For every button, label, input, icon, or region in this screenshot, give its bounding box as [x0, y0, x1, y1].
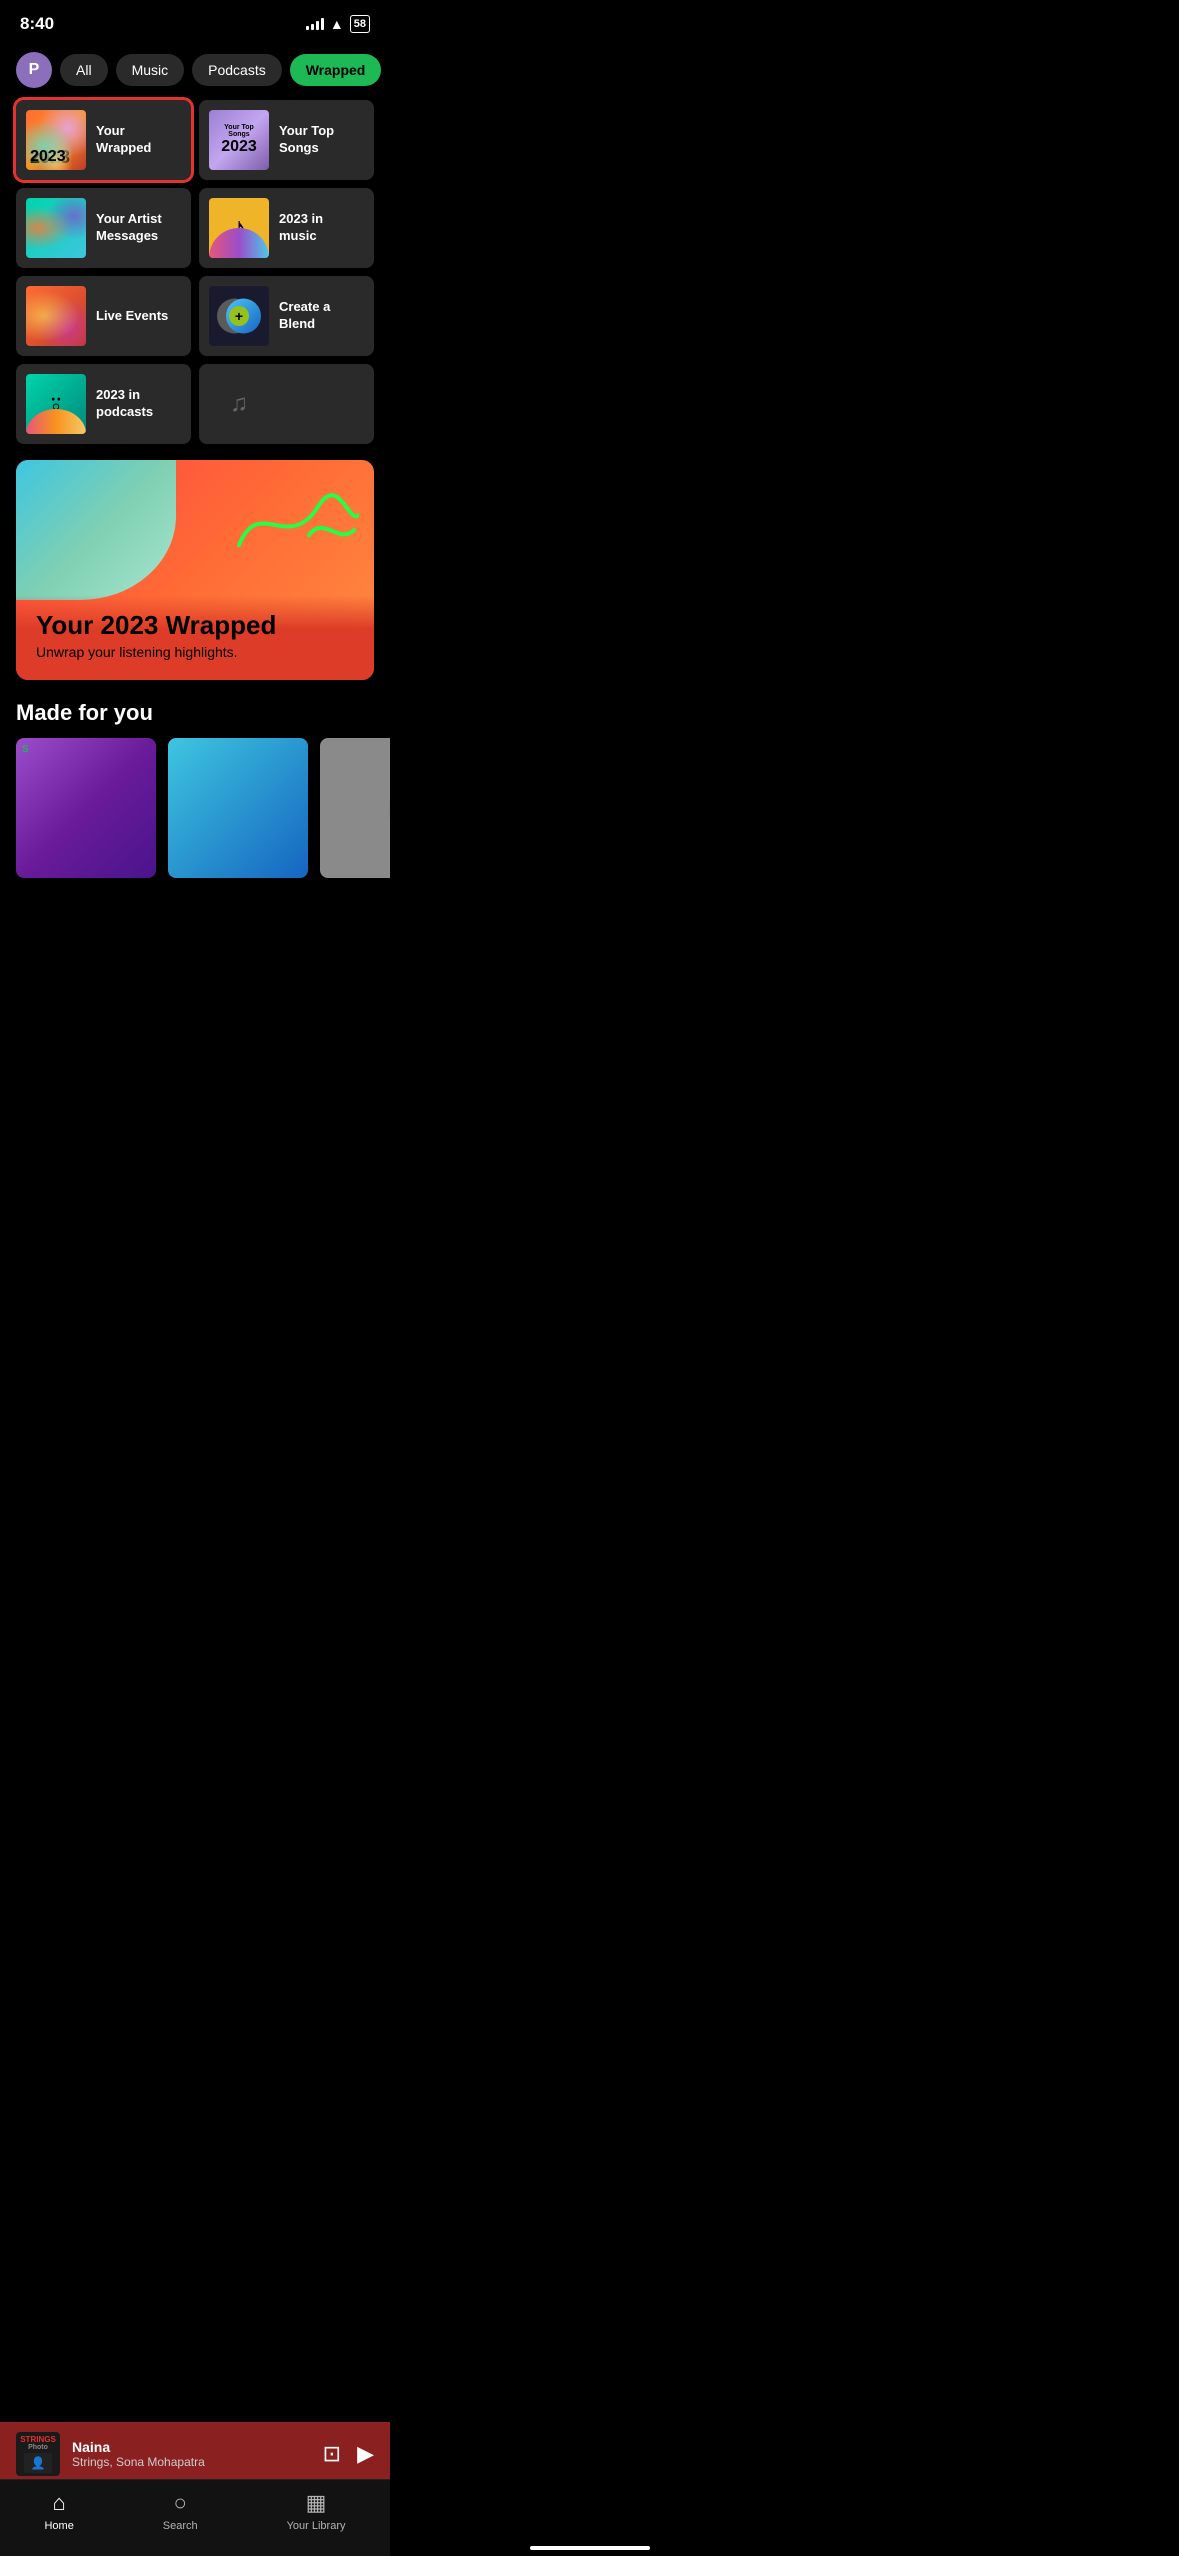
card-thumb-podcasts: ⍤ [26, 374, 86, 434]
card-label-artist-messages: Your Artist Messages [96, 211, 181, 245]
now-playing-bar[interactable]: STRINGS Photo 👤 Naina Strings, Sona Moha… [0, 2422, 390, 2486]
status-time: 8:40 [20, 14, 54, 34]
card-label-live-events: Live Events [96, 308, 168, 325]
library-icon: ▦ [306, 2490, 327, 2516]
np-controls: ⊡ ▶ [323, 2441, 374, 2467]
card-label-your-wrapped: Your Wrapped [96, 123, 181, 157]
np-device-icon[interactable]: ⊡ [323, 2441, 341, 2467]
card-2023-music[interactable]: ♪ 2023 in music [199, 188, 374, 268]
status-icons: ▲ 58 [306, 15, 370, 33]
banner-art-left [16, 460, 176, 600]
playlist-card-1[interactable]: S [16, 738, 156, 878]
nav-library-label: Your Library [287, 2520, 346, 2532]
card-label-top-songs: Your Top Songs [279, 123, 364, 157]
filter-music[interactable]: Music [116, 54, 185, 86]
card-label-blend: Create a Blend [279, 299, 364, 333]
playlist-thumb-3: ♪ [320, 738, 390, 878]
wifi-icon: ▲ [330, 16, 344, 32]
card-thumb-your-wrapped: 2023 [26, 110, 86, 170]
nav-library[interactable]: ▦ Your Library [287, 2490, 346, 2532]
banner-background: Your 2023 Wrapped Unwrap your listening … [16, 460, 374, 680]
np-play-button[interactable]: ▶ [357, 2441, 374, 2467]
card-label-podcasts: 2023 in podcasts [96, 387, 181, 421]
card-live-events[interactable]: Live Events [16, 276, 191, 356]
made-for-you-title: Made for you [0, 680, 390, 738]
nav-home[interactable]: ⌂ Home [44, 2490, 73, 2532]
np-album-art: STRINGS Photo 👤 [16, 2432, 60, 2476]
bottom-nav: ⌂ Home ○ Search ▦ Your Library [0, 2479, 390, 2556]
card-thumb-live-events [26, 286, 86, 346]
playlist-thumb-2 [168, 738, 308, 878]
np-artist: Strings, Sona Mohapatra [72, 2455, 311, 2469]
banner-text-area: Your 2023 Wrapped Unwrap your listening … [16, 595, 374, 680]
music-note-gray-icon: ♫ [230, 390, 248, 418]
card-label-2023-music: 2023 in music [279, 211, 364, 245]
card-empty[interactable]: ♫ [199, 364, 374, 444]
np-title: Naina [72, 2439, 311, 2455]
blend-plus-icon: + [229, 306, 249, 326]
banner-subtitle: Unwrap your listening highlights. [36, 644, 354, 660]
signal-bars-icon [306, 18, 324, 30]
filter-bar: P All Music Podcasts Wrapped [0, 42, 390, 100]
nav-home-label: Home [44, 2520, 73, 2532]
card-create-blend[interactable]: + Create a Blend [199, 276, 374, 356]
card-thumb-blend: + [209, 286, 269, 346]
battery-icon: 58 [350, 15, 370, 33]
home-icon: ⌂ [52, 2490, 65, 2516]
filter-wrapped[interactable]: Wrapped [290, 54, 382, 86]
card-your-top-songs[interactable]: Your Top Songs 2023 Your Top Songs [199, 100, 374, 180]
filter-podcasts[interactable]: Podcasts [192, 54, 282, 86]
card-thumb-artist-messages [26, 198, 86, 258]
card-thumb-empty: ♫ [209, 374, 269, 434]
cards-grid: 2023 Your Wrapped Your Top Songs 2023 Yo… [0, 100, 390, 444]
nav-search[interactable]: ○ Search [163, 2490, 198, 2532]
np-info: Naina Strings, Sona Mohapatra [72, 2439, 311, 2469]
filter-all[interactable]: All [60, 54, 108, 86]
wrapped-banner[interactable]: Your 2023 Wrapped Unwrap your listening … [16, 460, 374, 680]
playlist-thumb-1: S [16, 738, 156, 878]
banner-squiggle-icon [229, 475, 359, 565]
card-your-wrapped[interactable]: 2023 Your Wrapped [16, 100, 191, 180]
search-icon: ○ [174, 2490, 187, 2516]
playlist-card-2[interactable] [168, 738, 308, 878]
avatar[interactable]: P [16, 52, 52, 88]
card-thumb-2023-music: ♪ [209, 198, 269, 258]
card-2023-podcasts[interactable]: ⍤ 2023 in podcasts [16, 364, 191, 444]
playlist-card-3[interactable]: ♪ [320, 738, 390, 878]
card-thumb-top-songs: Your Top Songs 2023 [209, 110, 269, 170]
status-bar: 8:40 ▲ 58 [0, 0, 390, 42]
banner-title: Your 2023 Wrapped [36, 611, 354, 640]
card-artist-messages[interactable]: Your Artist Messages [16, 188, 191, 268]
nav-search-label: Search [163, 2520, 198, 2532]
made-for-you-scroll: S ♪ [0, 738, 390, 878]
home-indicator [530, 2546, 650, 2550]
